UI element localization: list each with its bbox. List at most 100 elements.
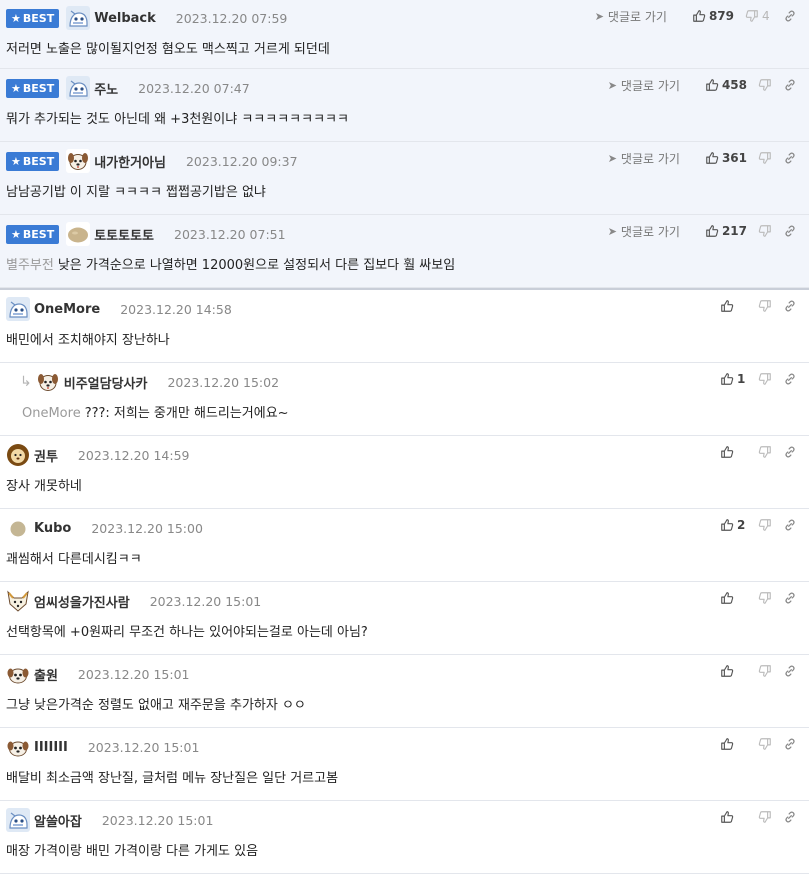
puppy-avatar[interactable] bbox=[6, 662, 30, 686]
dislike-count: 4 bbox=[762, 9, 770, 23]
dot-avatar[interactable] bbox=[6, 516, 30, 540]
link-icon[interactable] bbox=[783, 737, 797, 751]
thumbs-down-icon[interactable] bbox=[758, 591, 772, 605]
thumbs-up-icon[interactable] bbox=[720, 737, 734, 751]
comment-actions: 2 bbox=[720, 516, 797, 534]
best-badge: ★ BEST bbox=[6, 78, 60, 98]
comment-author[interactable]: 알쓸아잡 bbox=[34, 811, 82, 830]
reply-arrow-icon: ↳ bbox=[20, 374, 32, 390]
comment-list: ★ BEST Welback 2023.12.20 07:59 ➤ 댓글로 가기 8… bbox=[0, 0, 809, 874]
like-count: 361 bbox=[721, 151, 747, 165]
thumbs-up-icon[interactable] bbox=[705, 151, 719, 165]
comment-author[interactable]: 주노 bbox=[94, 79, 118, 98]
comment-author[interactable]: 출원 bbox=[34, 665, 58, 684]
link-icon[interactable] bbox=[783, 299, 797, 313]
link-icon[interactable] bbox=[783, 664, 797, 678]
comment-actions bbox=[720, 297, 797, 315]
comment-body: 뭐가 추가되는 것도 아닌데 왜 +3천원이냐 ㅋㅋㅋㅋㅋㅋㅋㅋㅋ bbox=[6, 112, 349, 127]
comment-header: ★ BEST Welback 2023.12.20 07:59 bbox=[6, 6, 287, 30]
thumbs-down-icon[interactable] bbox=[758, 372, 772, 386]
thumbs-up-icon[interactable] bbox=[705, 78, 719, 92]
potato-avatar[interactable] bbox=[66, 222, 91, 246]
robot-avatar[interactable] bbox=[6, 297, 30, 321]
goto-comment-link[interactable]: ➤ 댓글로 가기 bbox=[608, 223, 680, 240]
thumbs-up-icon[interactable] bbox=[720, 664, 734, 678]
comment-header: OneMore 2023.12.20 14:58 bbox=[6, 297, 232, 321]
link-icon[interactable] bbox=[783, 372, 797, 386]
mention[interactable]: OneMore bbox=[22, 406, 81, 421]
comment-author[interactable]: IIIIIII bbox=[34, 740, 68, 755]
thumbs-down-icon[interactable] bbox=[758, 737, 772, 751]
thumbs-down-icon[interactable] bbox=[758, 445, 772, 459]
comment-author[interactable]: 토토토토토 bbox=[94, 225, 154, 244]
thumbs-up-icon[interactable] bbox=[705, 224, 719, 238]
comment-actions bbox=[720, 662, 797, 680]
comment-author[interactable]: 엄씨성을가진사람 bbox=[34, 592, 130, 611]
thumbs-up-icon[interactable] bbox=[720, 372, 734, 386]
best-comment: ★ BEST 내가한거아님 2023.12.20 09:37 ➤ 댓글로 가기 36… bbox=[0, 142, 809, 215]
comment-time: 2023.12.20 07:47 bbox=[138, 80, 250, 96]
best-comment: ★ BEST 토토토토토 2023.12.20 07:51 ➤ 댓글로 가기 217… bbox=[0, 215, 809, 288]
comment-author[interactable]: 비주얼담당사카 bbox=[64, 373, 148, 392]
thumbs-down-icon[interactable] bbox=[758, 518, 772, 532]
send-arrow-icon: ➤ bbox=[607, 224, 617, 238]
comment-body: 남남공기밥 이 지랄 ㅋㅋㅋㅋ 쩝쩝공기밥은 없냐 bbox=[6, 185, 266, 200]
link-icon[interactable] bbox=[783, 810, 797, 824]
dog-avatar[interactable] bbox=[66, 149, 91, 173]
thumbs-down-icon[interactable] bbox=[758, 810, 772, 824]
goto-comment-link[interactable]: ➤ 댓글로 가기 bbox=[595, 8, 667, 25]
star-icon: ★ bbox=[11, 227, 21, 241]
best-comment: ★ BEST Welback 2023.12.20 07:59 ➤ 댓글로 가기 8… bbox=[0, 0, 809, 69]
comment-author[interactable]: Kubo bbox=[34, 521, 71, 536]
thumbs-up-icon[interactable] bbox=[720, 299, 734, 313]
comment-actions bbox=[720, 589, 797, 607]
comment-time: 2023.12.20 07:51 bbox=[174, 226, 286, 242]
thumbs-down-icon[interactable] bbox=[758, 224, 772, 238]
comment: 엄씨성을가진사람 2023.12.20 15:01 선택항목에 +0원짜리 무조… bbox=[0, 582, 809, 655]
dog-avatar[interactable] bbox=[35, 370, 60, 394]
comment-body: 별주부전 낮은 가격순으로 나열하면 12000원으로 설정되서 다른 집보다 훨… bbox=[6, 258, 456, 273]
comment-author[interactable]: Welback bbox=[94, 11, 156, 26]
thumbs-down-icon[interactable] bbox=[758, 664, 772, 678]
thumbs-down-icon[interactable] bbox=[745, 9, 759, 23]
comment-header: 엄씨성을가진사람 2023.12.20 15:01 bbox=[6, 589, 261, 613]
thumbs-up-icon[interactable] bbox=[720, 445, 734, 459]
comment-body: 괘씸해서 다른데시킴ㅋㅋ bbox=[6, 552, 142, 567]
thumbs-up-icon[interactable] bbox=[720, 810, 734, 824]
goto-comment-link[interactable]: ➤ 댓글로 가기 bbox=[608, 150, 680, 167]
comment-actions bbox=[720, 443, 797, 461]
lion-avatar[interactable] bbox=[6, 443, 30, 467]
robot-avatar[interactable] bbox=[66, 76, 91, 100]
fox-avatar[interactable] bbox=[6, 589, 30, 613]
link-icon[interactable] bbox=[783, 151, 797, 165]
thumbs-down-icon[interactable] bbox=[758, 299, 772, 313]
goto-comment-link[interactable]: ➤ 댓글로 가기 bbox=[608, 77, 680, 94]
link-icon[interactable] bbox=[783, 9, 797, 23]
thumbs-up-icon[interactable] bbox=[692, 9, 706, 23]
robot-avatar[interactable] bbox=[6, 808, 30, 832]
link-icon[interactable] bbox=[783, 591, 797, 605]
comment-author[interactable]: OneMore bbox=[34, 302, 100, 317]
robot-avatar[interactable] bbox=[66, 6, 91, 30]
comment-time: 2023.12.20 15:00 bbox=[91, 520, 203, 536]
comment-author[interactable]: 내가한거아님 bbox=[94, 152, 166, 171]
puppy-avatar[interactable] bbox=[6, 735, 30, 759]
link-icon[interactable] bbox=[783, 224, 797, 238]
thumbs-up-icon[interactable] bbox=[720, 591, 734, 605]
mention[interactable]: 별주부전 bbox=[6, 258, 54, 273]
comment-time: 2023.12.20 14:59 bbox=[77, 447, 190, 463]
best-badge: ★ BEST bbox=[6, 151, 60, 171]
comment-author[interactable]: 권투 bbox=[34, 446, 58, 465]
link-icon[interactable] bbox=[783, 518, 797, 532]
link-icon[interactable] bbox=[783, 78, 797, 92]
link-icon[interactable] bbox=[783, 445, 797, 459]
like-count: 2 bbox=[737, 518, 746, 532]
thumbs-down-icon[interactable] bbox=[758, 78, 772, 92]
comment-header: ★ BEST 토토토토토 2023.12.20 07:51 bbox=[6, 222, 286, 246]
comment-body: 선택항목에 +0원짜리 무조건 하나는 있어야되는걸로 아는데 아님? bbox=[6, 625, 368, 640]
comment: 권투 2023.12.20 14:59 장사 개못하네 bbox=[0, 436, 809, 509]
thumbs-up-icon[interactable] bbox=[720, 518, 734, 532]
send-arrow-icon: ➤ bbox=[607, 151, 617, 165]
thumbs-down-icon[interactable] bbox=[758, 151, 772, 165]
comment-header: Kubo 2023.12.20 15:00 bbox=[6, 516, 203, 540]
